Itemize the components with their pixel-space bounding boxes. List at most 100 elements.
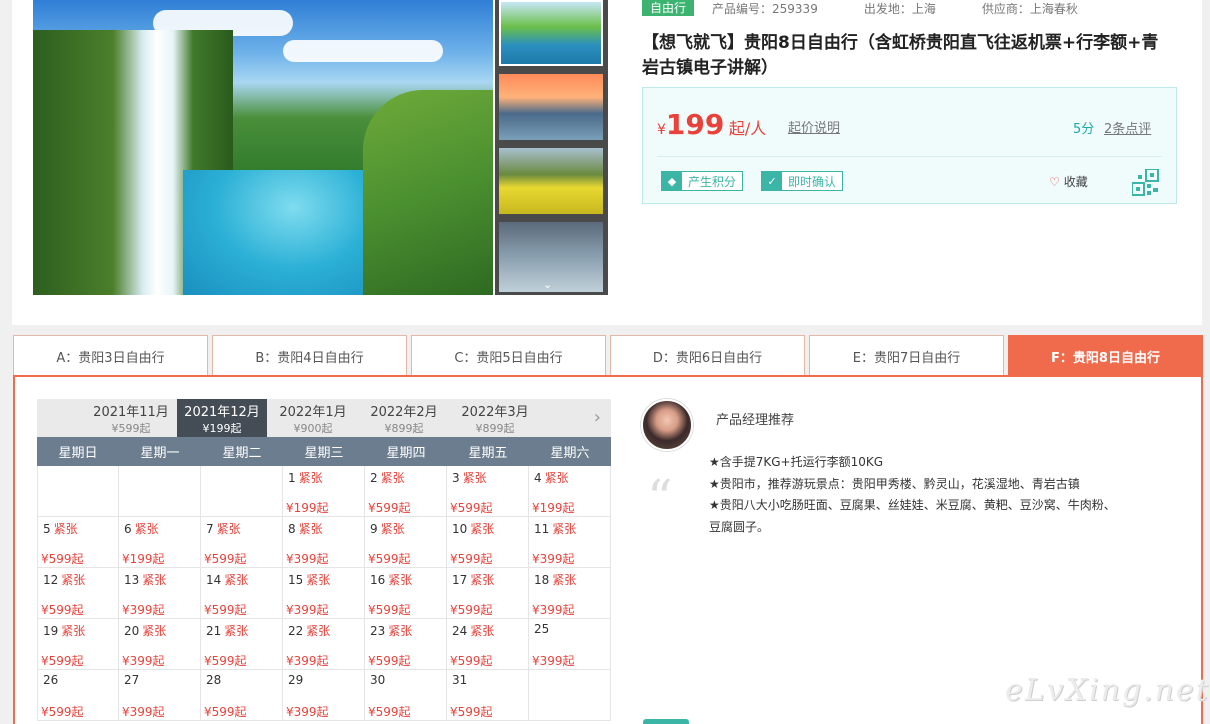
calendar-day-cell[interactable]: 28 ¥599起 [201, 670, 283, 720]
calendar-day-cell[interactable]: 6 紧张 ¥199起 [119, 517, 201, 567]
tab-option-b[interactable]: B：贵阳4日自由行 [212, 335, 407, 376]
reviews-link[interactable]: 2条点评 [1104, 118, 1151, 137]
calendar-day-cell[interactable]: 11 紧张 ¥399起 [529, 517, 611, 567]
availability-status: 紧张 [388, 573, 413, 587]
calendar-day-cell[interactable]: 9 紧张 ¥599起 [365, 517, 447, 567]
day-value: 23 [370, 624, 386, 638]
recommend-title: 产品经理推荐 [716, 413, 795, 428]
calendar-day-cell[interactable]: 10 紧张 ¥599起 [447, 517, 529, 567]
day-number: 12 紧张 [43, 571, 85, 588]
calendar-day-cell[interactable]: 24 紧张 ¥599起 [447, 619, 529, 669]
diamond-icon: ◆ [662, 172, 682, 190]
thumbnail-3[interactable] [499, 148, 603, 214]
availability-status: 紧张 [61, 624, 86, 638]
calendar-day-cell[interactable]: 31 ¥599起 [447, 670, 529, 720]
calendar-day-cell[interactable]: 14 紧张 ¥599起 [201, 568, 283, 618]
calendar-day-cell[interactable]: 30 ¥599起 [365, 670, 447, 720]
day-number: 21 紧张 [206, 622, 248, 639]
departure-city: 出发地：上海 [863, 1, 936, 16]
calendar-day-cell[interactable]: 18 紧张 ¥399起 [529, 568, 611, 618]
calendar-day-cell[interactable]: 5 紧张 ¥599起 [37, 517, 119, 567]
calendar-day-cell[interactable]: 15 紧张 ¥399起 [283, 568, 365, 618]
thumbnail-2[interactable] [499, 74, 603, 140]
calendar-panel: › 2021年11月 ¥599起 2021年12月 ¥199起 2022年1月 ¥900起… [13, 375, 1203, 724]
tab-option-d[interactable]: D：贵阳6日自由行 [610, 335, 805, 376]
calendar-day-cell[interactable]: 22 紧张 ¥399起 [283, 619, 365, 669]
day-price: ¥599起 [368, 501, 411, 515]
calendar-day-cell[interactable]: 8 紧张 ¥399起 [283, 517, 365, 567]
day-number: 18 紧张 [534, 571, 576, 588]
day-value: 21 [206, 624, 222, 638]
day-number: 26 [43, 673, 58, 687]
day-number: 4 紧张 [534, 469, 569, 486]
calendar-day-cell[interactable]: 16 紧张 ¥599起 [365, 568, 447, 618]
calendar-day-cell[interactable]: 29 ¥399起 [283, 670, 365, 720]
availability-status: 紧张 [298, 471, 323, 485]
check-icon: ✓ [762, 172, 782, 190]
month-item[interactable]: 2021年11月 ¥599起 [86, 399, 176, 437]
favorite-button[interactable]: ♡ 收藏 [1049, 173, 1088, 190]
month-item[interactable]: 2022年1月 ¥900起 [268, 399, 358, 437]
product-title: 【想飞就飞】贵阳8日自由行（含虹桥贵阳直飞往返机票+行李额+青岩古镇电子讲解） [642, 33, 1159, 78]
day-value: 30 [370, 673, 386, 687]
hero-image-waterfall[interactable] [33, 0, 493, 295]
day-value: 26 [43, 673, 59, 687]
thumbnail-1[interactable] [499, 0, 603, 66]
day-value: 25 [534, 622, 550, 636]
recommend-text: ★含手提7KG+托运行李额10KG ★贵阳市，推荐游玩景点：贵阳甲秀楼、黔灵山，花… [709, 452, 1159, 538]
weekday-header: 星期日 星期一 星期二 星期三 星期四 星期五 星期六 [37, 437, 611, 466]
calendar-day-cell[interactable]: 12 紧张 ¥599起 [37, 568, 119, 618]
price-note-link[interactable]: 起价说明 [788, 117, 840, 136]
product-panel: ⌄ 自由行 产品编号：259339 出发地：上海 供应商：上海春秋 【想飞就飞】… [12, 0, 1202, 325]
weekday-label: 星期六 [550, 446, 590, 461]
calendar-empty-cell [37, 466, 119, 516]
month-label: 2022年1月 [279, 405, 347, 420]
availability-status: 紧张 [552, 522, 577, 536]
day-number: 22 紧张 [288, 622, 330, 639]
day-number: 13 紧张 [124, 571, 166, 588]
day-price: ¥599起 [450, 501, 493, 515]
chevron-down-icon[interactable]: ⌄ [543, 278, 552, 291]
calendar-day-cell[interactable]: 3 紧张 ¥599起 [447, 466, 529, 516]
calendar-day-cell[interactable]: 19 紧张 ¥599起 [37, 619, 119, 669]
day-price: ¥399起 [286, 654, 329, 668]
calendar-day-cell[interactable]: 7 紧张 ¥599起 [201, 517, 283, 567]
calendar-day-cell[interactable]: 26 ¥599起 [37, 670, 119, 720]
tab-option-a[interactable]: A：贵阳3日自由行 [13, 335, 208, 376]
calendar-day-cell[interactable]: 2 紧张 ¥599起 [365, 466, 447, 516]
calendar-day-cell[interactable]: 25 ¥399起 [529, 619, 611, 669]
weekday-label: 星期二 [222, 446, 262, 461]
calendar-day-cell[interactable]: 1 紧张 ¥199起 [283, 466, 365, 516]
thumbnail-strip: ⌄ [495, 0, 608, 295]
scroll-indicator[interactable] [643, 719, 689, 724]
recommend-line: 豆腐圆子。 [709, 519, 770, 534]
month-item[interactable]: 2021年12月 ¥199起 [177, 399, 267, 437]
price-unit: 起/人 [728, 119, 767, 138]
calendar-day-cell[interactable]: 21 紧张 ¥599起 [201, 619, 283, 669]
month-item[interactable]: 2022年3月 ¥899起 [450, 399, 540, 437]
calendar-day-cell[interactable]: 20 紧张 ¥399起 [119, 619, 201, 669]
day-value: 15 [288, 573, 304, 587]
tab-option-c[interactable]: C：贵阳5日自由行 [411, 335, 606, 376]
tab-option-f[interactable]: F：贵阳8日自由行 [1008, 335, 1203, 376]
calendar-day-cell[interactable]: 27 ¥399起 [119, 670, 201, 720]
availability-status: 紧张 [142, 624, 167, 638]
month-item[interactable]: 2022年2月 ¥899起 [359, 399, 449, 437]
calendar-day-cell[interactable]: 23 紧张 ¥599起 [365, 619, 447, 669]
tab-option-e[interactable]: E：贵阳7日自由行 [809, 335, 1004, 376]
calendar-day-cell[interactable]: 17 紧张 ¥599起 [447, 568, 529, 618]
chevron-right-icon[interactable]: › [594, 407, 601, 428]
day-price: ¥599起 [41, 603, 84, 617]
day-number: 20 紧张 [124, 622, 166, 639]
product-type-tag: 自由行 [642, 0, 695, 16]
day-value: 20 [124, 624, 140, 638]
month-price: ¥899起 [475, 422, 515, 435]
calendar-day-cell[interactable]: 13 紧张 ¥399起 [119, 568, 201, 618]
day-number: 15 紧张 [288, 571, 330, 588]
availability-status: 紧张 [298, 522, 323, 536]
day-number: 19 紧张 [43, 622, 85, 639]
calendar-day-cell[interactable]: 4 紧张 ¥199起 [529, 466, 611, 516]
availability-status: 紧张 [380, 471, 405, 485]
month-label: 2021年12月 [184, 405, 260, 420]
qr-code-icon[interactable] [1132, 169, 1159, 196]
